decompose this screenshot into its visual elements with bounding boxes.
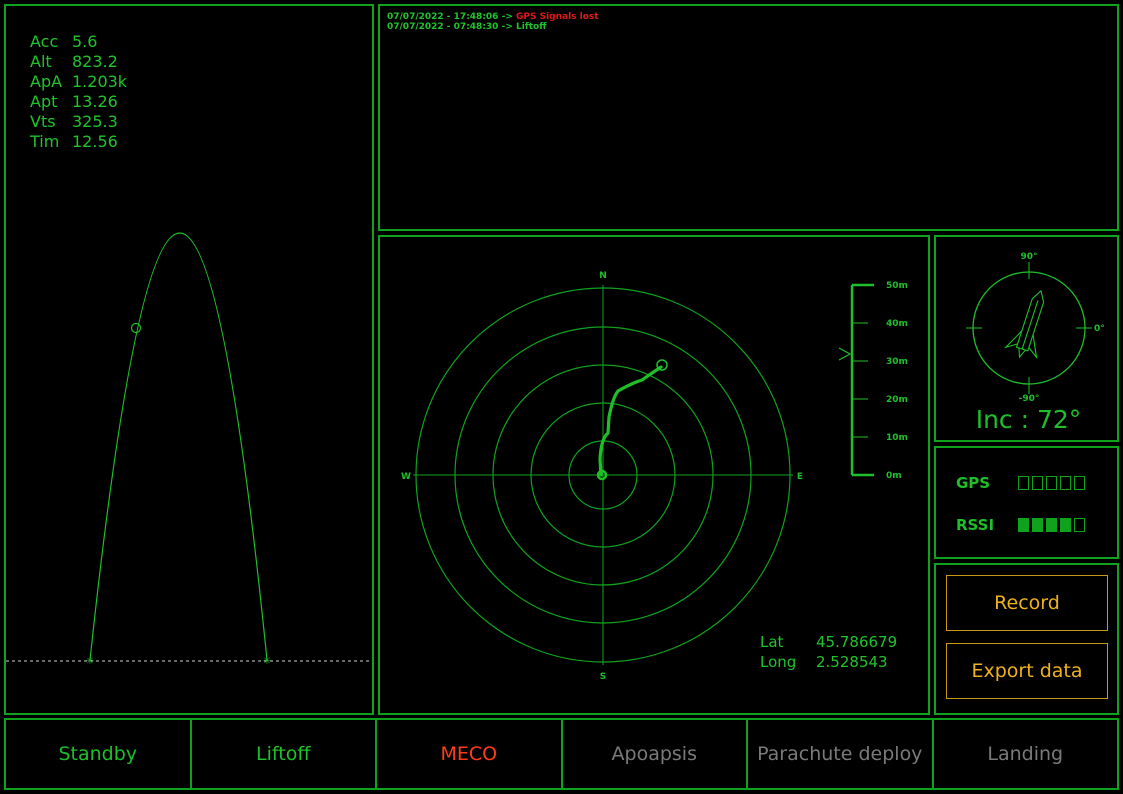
signal-bar (1060, 518, 1071, 532)
phase-meco: MECO (377, 720, 563, 788)
altitude-scale-label: 30m (886, 357, 908, 367)
phase-standby: Standby (6, 720, 192, 788)
phase-apoapsis: Apoapsis (563, 720, 748, 788)
log-entry: 07/07/2022 - 07:48:30 -> Liftoff (387, 22, 599, 32)
altitude-scale-label: 40m (886, 319, 908, 329)
trajectory-plot: ✳ ✳ (6, 232, 372, 667)
rocket-ground-track (598, 365, 663, 477)
actions-panel: Record Export data (934, 563, 1119, 715)
signal-panel: GPS RSSI (934, 446, 1119, 559)
trajectory-panel: Acc 5.6 Alt 823.2 ApA 1.203k Apt 13.26 Vts 32… (4, 4, 374, 715)
gps-coordinates: Lat 45.786679 Long 2.528543 (760, 632, 897, 672)
signal-bar (1032, 476, 1043, 490)
phase-landing: Landing (987, 743, 1064, 765)
signal-bar (1018, 476, 1029, 490)
event-log: 07/07/2022 - 17:48:06 -> GPS Signals los… (387, 12, 599, 32)
landing-point-marker: ✳ (263, 656, 271, 667)
signal-bar (1032, 518, 1043, 532)
signal-bar (1060, 476, 1071, 490)
altitude-scale-label: 10m (886, 433, 908, 443)
log-message-error: GPS Signals lost (516, 12, 599, 22)
inclination-label: Inc : 72° (975, 405, 1082, 434)
altitude-scale-label: 20m (886, 395, 908, 405)
altitude-scale-label: 50m (886, 281, 908, 291)
signal-bar (1074, 476, 1085, 490)
export-data-button[interactable]: Export data (946, 643, 1108, 699)
log-timestamp: 07/07/2022 - 17:48:06 -> (387, 12, 516, 22)
radar-panel: N S E W 50m 40m 30m 20m 10m 0m Lat 45.786… (378, 235, 930, 715)
signal-bar (1046, 476, 1057, 490)
flight-phase-bar: Standby Liftoff MECO Apoapsis Parachute … (4, 718, 1119, 790)
signal-bar (1046, 518, 1057, 532)
rocket-icon (1003, 289, 1045, 360)
compass-east-label: E (797, 472, 803, 482)
gps-signal-bars (1018, 476, 1085, 490)
longitude-value: 2.528543 (816, 653, 888, 671)
log-timestamp: 07/07/2022 - 07:48:30 -> (387, 22, 516, 32)
dial-label-right: 0° (1094, 324, 1105, 334)
gps-signal-label: GPS (956, 474, 991, 492)
signal-bar (1018, 518, 1029, 532)
event-log-panel: 07/07/2022 - 17:48:06 -> GPS Signals los… (378, 4, 1119, 231)
gps-signal-row: GPS (956, 474, 1085, 492)
trajectory-curve (89, 232, 268, 661)
altitude-scale-label: 0m (886, 471, 902, 481)
dial-label-bottom: -90° (1019, 394, 1040, 402)
rocket-current-position-marker (656, 359, 668, 371)
latitude-label: Lat (760, 633, 784, 651)
inclination-panel: 90° 0° -90° Inc : 72° (934, 235, 1119, 442)
altitude-pointer-icon (838, 347, 852, 361)
dial-label-top: 90° (1020, 252, 1037, 262)
log-message: Liftoff (516, 22, 547, 32)
launch-point-marker: ✳ (86, 656, 94, 667)
phase-liftoff: Liftoff (192, 720, 377, 788)
compass-south-label: S (600, 672, 606, 682)
signal-bar (1074, 518, 1085, 532)
record-button[interactable]: Record (946, 575, 1108, 631)
rssi-signal-label: RSSI (956, 516, 995, 534)
compass-west-label: W (401, 472, 411, 482)
rssi-signal-row: RSSI (956, 516, 1085, 534)
longitude-label: Long (760, 653, 797, 671)
inclination-dial: 90° 0° -90° (966, 252, 1105, 402)
rssi-signal-bars (1018, 518, 1085, 532)
log-entry: 07/07/2022 - 17:48:06 -> GPS Signals los… (387, 12, 599, 22)
compass-north-label: N (599, 271, 607, 281)
phase-parachute-deploy: Parachute deploy (748, 720, 934, 788)
latitude-value: 45.786679 (816, 633, 898, 651)
current-position-marker (130, 322, 142, 334)
